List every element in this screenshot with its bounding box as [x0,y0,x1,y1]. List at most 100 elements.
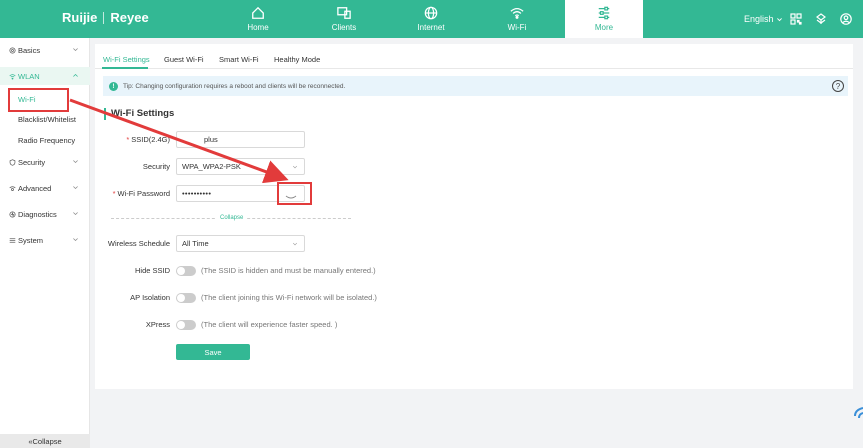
schedule-select[interactable]: All Time [176,235,305,252]
wifi-icon [510,8,524,19]
section-title: Wi-Fi Settings [104,108,174,120]
sidebar-item-label: Radio Frequency [18,135,76,145]
tab-bar: Wi-Fi Settings Guest Wi-Fi Smart Wi-Fi H… [95,44,853,69]
nav-more[interactable]: More [565,0,643,38]
sidebar-item-security[interactable]: Security [0,153,90,171]
tip-text: Tip: Changing configuration requires a r… [123,82,346,90]
security-select[interactable]: WPA_WPA2-PSK [176,158,305,175]
globe-icon [424,6,438,20]
info-icon: ! [109,81,118,91]
tab-healthy-mode[interactable]: Healthy Mode [274,55,320,64]
nav-more-label: More [594,23,614,32]
chevron-down-icon [292,165,298,169]
sidebar-item-label: WLAN [18,71,40,81]
sidebar-item-label: System [18,235,44,245]
sidebar-collapse-button[interactable]: « Collapse [0,434,90,448]
tab-wifi-settings[interactable]: Wi-Fi Settings [103,55,150,64]
tab-guest-wifi[interactable]: Guest Wi-Fi [164,55,204,64]
ap-isolation-label: AP Isolation [130,293,170,302]
password-value: •••••••••• [182,189,212,198]
ap-isolation-toggle[interactable] [176,293,196,303]
chevron-up-icon [73,73,78,77]
sidebar-item-basics[interactable]: Basics [0,41,90,59]
top-navigation-bar: Ruijie Reyee Home Clients Internet Wi-Fi… [0,0,863,38]
ssid-value: plus [204,135,218,144]
sidebar-item-label: Advanced [18,183,52,193]
sidebar-item-blacklist-whitelist[interactable]: Blacklist/Whitelist [0,111,90,127]
brand-logo: Ruijie Reyee [62,10,149,25]
sliders-icon [598,6,610,20]
sidebar-item-label: Blacklist/Whitelist [18,114,76,124]
nav-internet-label: Internet [417,23,445,32]
sidebar-item-label: Diagnostics [18,209,57,219]
chevron-down-icon [73,186,78,190]
shield-icon [9,158,16,166]
sidebar-item-radio-frequency[interactable]: Radio Frequency [0,132,90,148]
chevron-down-icon [776,17,782,21]
hide-ssid-label: Hide SSID [134,266,170,275]
nav-home[interactable]: Home [218,0,298,38]
network-topology-button[interactable] [815,0,827,38]
clients-icon [337,7,351,19]
language-label: English [744,14,774,24]
help-icon[interactable]: ? [832,80,844,92]
ssid-label-text: SSID(2.4G) [131,135,170,144]
chevron-down-icon [73,238,78,242]
diagnostics-icon [9,210,16,218]
sidebar-item-label: Security [18,157,46,167]
wifi-icon [9,73,16,80]
nav-clients[interactable]: Clients [304,0,384,38]
floating-assistant-icon[interactable] [853,404,863,424]
sidebar-item-label: Basics [18,45,41,55]
brand-sub-name: Reyee [110,10,149,25]
brand-name: Ruijie [62,10,98,25]
logo-divider [103,11,105,24]
save-button[interactable]: Save [176,344,250,360]
sidebar-collapse-label: Collapse [32,436,62,446]
tip-banner: ! Tip: Changing configuration requires a… [103,76,848,96]
qr-code-button[interactable] [790,0,802,38]
schedule-label: Wireless Schedule [107,239,170,248]
active-tab-indicator [102,67,148,69]
annotation-highlight-wifi [8,88,69,112]
security-value: WPA_WPA2-PSK [182,162,241,171]
sidebar-item-wlan[interactable]: WLAN [0,67,90,85]
home-icon [252,6,264,19]
qr-code-icon [790,13,802,25]
account-button[interactable] [840,0,852,38]
sidebar-item-diagnostics[interactable]: Diagnostics [0,205,90,223]
tab-smart-wifi[interactable]: Smart Wi-Fi [219,55,259,64]
annotation-highlight-password-toggle [277,182,312,205]
user-icon [840,13,852,25]
nav-wifi-label: Wi-Fi [507,23,527,32]
main-content-panel: Wi-Fi Settings Guest Wi-Fi Smart Wi-Fi H… [95,44,853,389]
sidebar-item-advanced[interactable]: Advanced [0,179,90,197]
chevron-down-icon [73,212,78,216]
password-label: * Wi-Fi Password [112,189,170,198]
schedule-value: All Time [182,239,209,248]
xpress-label: XPress [145,320,170,329]
nav-home-label: Home [247,23,269,32]
collapse-link[interactable]: Collapse [216,215,248,221]
xpress-toggle[interactable] [176,320,196,330]
password-label-text: Wi-Fi Password [117,189,170,198]
security-label: Security [142,162,170,171]
advanced-icon [9,185,16,191]
chevron-down-icon [73,48,78,52]
ssid-input[interactable]: plus [176,131,305,148]
nav-clients-label: Clients [331,23,357,32]
system-icon [9,237,16,243]
nav-wifi[interactable]: Wi-Fi [477,0,557,38]
gear-icon [9,46,16,54]
xpress-hint: (The client will experience faster speed… [201,320,338,329]
ssid-label: * SSID(2.4G) [126,135,170,144]
chevron-down-icon [73,160,78,164]
nav-internet[interactable]: Internet [391,0,471,38]
chevron-down-icon [292,242,298,246]
sidebar-item-system[interactable]: System [0,231,90,249]
ap-isolation-hint: (The client joining this Wi-Fi network w… [201,293,377,302]
hide-ssid-hint: (The SSID is hidden and must be manually… [201,266,376,275]
network-icon [816,13,826,24]
language-selector[interactable]: English [744,0,783,38]
hide-ssid-toggle[interactable] [176,266,196,276]
